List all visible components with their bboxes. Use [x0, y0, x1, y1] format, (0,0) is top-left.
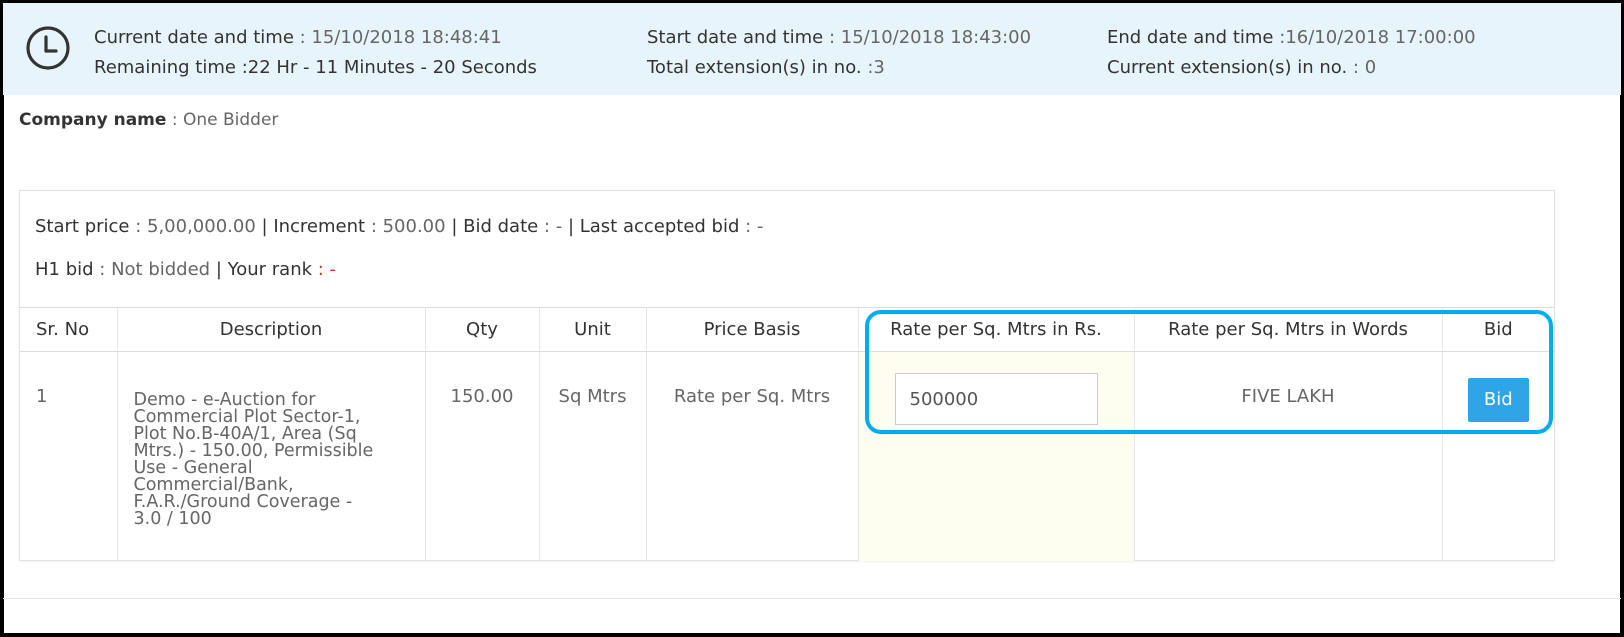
current-extension-value: : 0: [1347, 57, 1377, 78]
header-sr-no: Sr. No: [20, 307, 117, 352]
separator: |: [445, 216, 464, 237]
header-qty: Qty: [424, 307, 539, 352]
bid-summary-line: Start price : 5,00,000.00 | Increment : …: [35, 216, 763, 237]
current-time-label: Current date and time: [94, 27, 294, 48]
header-unit: Unit: [538, 307, 646, 352]
cell-qty: 150.00: [424, 351, 539, 561]
bid-date-label: Bid date: [463, 216, 539, 237]
clock-icon: [26, 26, 70, 70]
current-time-value: : 15/10/2018 18:48:41: [293, 27, 502, 48]
header-price-basis: Price Basis: [645, 307, 858, 352]
remaining-time-value: :22 Hr - 11 Minutes - 20 Seconds: [235, 57, 537, 78]
timer-col-end: End date and time :16/10/2018 17:00:00 C…: [1107, 23, 1476, 83]
cell-price-basis: Rate per Sq. Mtrs: [645, 351, 858, 561]
end-time-value: :16/10/2018 17:00:00: [1273, 27, 1476, 48]
rate-input[interactable]: [894, 373, 1098, 425]
company-name-label: Company name: [19, 110, 167, 130]
header-rate-rs: Rate per Sq. Mtrs in Rs.: [857, 307, 1134, 352]
cell-unit: Sq Mtrs: [538, 351, 646, 561]
cell-sr-no: 1: [36, 386, 48, 407]
table-row: 1 Demo - e-Auction for Commercial Plot S…: [20, 351, 1554, 561]
h1-bid-value: : Not bidded: [93, 259, 211, 280]
total-extension-label: Total extension(s) in no.: [647, 57, 862, 78]
cell-rate-words: FIVE LAKH: [1133, 351, 1442, 561]
your-rank-label: Your rank: [227, 259, 313, 280]
increment-value: : 500.00: [365, 216, 446, 237]
bid-button[interactable]: Bid: [1467, 378, 1529, 422]
start-price-value: : 5,00,000.00: [129, 216, 256, 237]
h1-bid-label: H1 bid: [35, 259, 94, 280]
end-time-label: End date and time: [1107, 27, 1274, 48]
start-time-value: : 15/10/2018 18:43:00: [823, 27, 1032, 48]
timer-col-current: Current date and time : 15/10/2018 18:48…: [94, 23, 537, 83]
separator: |: [255, 216, 274, 237]
bid-items-table: Sr. No Description Qty Unit Price Basis …: [20, 307, 1554, 561]
start-price-label: Start price: [35, 216, 130, 237]
increment-label: Increment: [273, 216, 366, 237]
remaining-time-label: Remaining time: [94, 57, 236, 78]
rank-line: H1 bid : Not bidded | Your rank : -: [35, 259, 336, 280]
header-rate-words: Rate per Sq. Mtrs in Words: [1133, 307, 1442, 352]
separator: |: [562, 216, 580, 237]
bid-date-value: : -: [538, 216, 563, 237]
total-extension-value: :3: [861, 57, 885, 78]
cell-bid: Bid: [1441, 351, 1554, 561]
cell-description: Demo - e-Auction for Commercial Plot Sec…: [116, 351, 425, 561]
divider: [3, 598, 1621, 599]
your-rank-value: : -: [312, 259, 337, 280]
company-name: Company name : One Bidder: [19, 110, 278, 130]
header-description: Description: [116, 307, 425, 352]
current-extension-label: Current extension(s) in no.: [1107, 57, 1348, 78]
separator: |: [210, 259, 228, 280]
bid-panel: Start price : 5,00,000.00 | Increment : …: [19, 190, 1555, 561]
last-accepted-bid-value: : -: [739, 216, 764, 237]
company-name-value: : One Bidder: [166, 110, 279, 130]
timer-col-start: Start date and time : 15/10/2018 18:43:0…: [647, 23, 1031, 83]
table-header-row: Sr. No Description Qty Unit Price Basis …: [20, 307, 1554, 352]
cell-rate-rs: [857, 351, 1134, 561]
start-time-label: Start date and time: [647, 27, 824, 48]
header-bid: Bid: [1441, 307, 1554, 352]
last-accepted-bid-label: Last accepted bid: [579, 216, 740, 237]
auction-timer-bar: Current date and time : 15/10/2018 18:48…: [3, 3, 1621, 95]
